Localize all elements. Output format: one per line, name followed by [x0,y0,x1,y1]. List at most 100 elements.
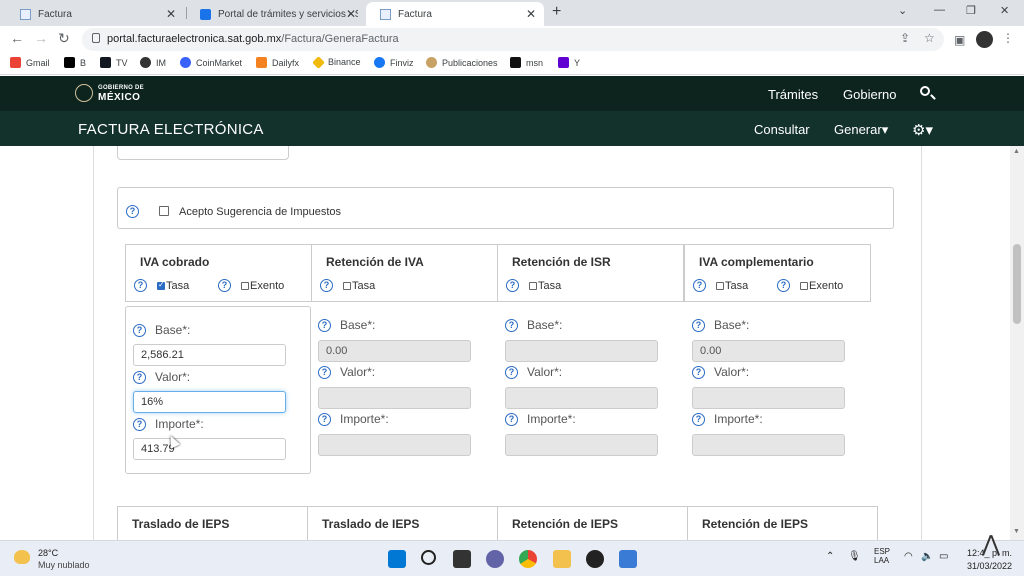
gob-logo-small-text[interactable]: GOBIERNO DE [98,85,144,91]
close-icon[interactable]: ✕ [526,7,536,21]
menu-icon[interactable]: ⋮ [1002,31,1014,45]
help-icon[interactable]: ? [692,412,705,426]
help-icon[interactable]: ? [505,412,518,426]
gob-logo-text[interactable]: MÉXICO [98,92,140,103]
ret-iva-base-input[interactable]: 0.00 [318,340,471,362]
scrollbar-thumb[interactable] [1013,244,1021,324]
star-icon[interactable]: ☆ [924,31,935,45]
bookmark-finviz[interactable]: Finviz [374,57,414,68]
tasa-option[interactable]: ?Tasa [693,279,748,292]
iva-importe-input[interactable]: 413.79 [133,438,286,460]
help-icon[interactable]: ? [505,365,518,379]
help-icon[interactable]: ? [318,412,331,426]
wifi-icon[interactable]: ◠ [904,551,913,562]
nav-gobierno[interactable]: Gobierno [843,87,896,102]
weather-temp[interactable]: 28°C [38,548,58,558]
help-icon[interactable]: ? [134,279,147,292]
nav-tramites[interactable]: Trámites [768,87,818,102]
sidebar-icon[interactable]: ▣ [954,33,965,47]
help-icon[interactable]: ? [318,318,331,332]
bookmark-binance[interactable]: Binance [312,55,361,69]
help-icon[interactable]: ? [133,323,146,337]
ret-isr-valor-input[interactable] [505,387,658,409]
exento-option[interactable]: ? Exento [777,279,843,292]
bookmark-msn[interactable]: msn [510,57,543,68]
iva-valor-input[interactable]: 16% [133,391,286,413]
reload-icon[interactable]: ↻ [58,30,70,47]
gob-emblem-icon[interactable] [75,84,93,102]
help-icon[interactable]: ? [777,279,790,292]
minimize-button[interactable]: — [934,4,945,16]
ret-isr-base-input[interactable] [505,340,658,362]
scroll-up-icon[interactable]: ▲ [1013,148,1020,155]
avatar[interactable] [976,31,993,48]
exento-checkbox[interactable] [241,281,249,290]
tasa-checkbox[interactable] [716,281,724,290]
help-icon[interactable]: ? [320,279,333,292]
help-icon[interactable]: ? [318,365,331,379]
app-title[interactable]: FACTURA ELECTRÓNICA [78,121,264,138]
help-icon[interactable]: ? [126,205,139,218]
restore-button[interactable]: ❐ [966,4,976,17]
new-tab-button[interactable]: + [552,3,561,21]
help-icon[interactable]: ? [133,417,146,431]
tasa-option[interactable]: ?Tasa [320,279,375,292]
bookmark-b[interactable]: B [64,57,86,68]
chrome-icon[interactable] [519,550,537,568]
page-scrollbar[interactable]: ▲ ▼ [1010,146,1024,540]
chevron-down-icon[interactable]: ⌄ [898,4,907,17]
app-icon[interactable] [586,550,604,568]
iva-comp-base-input[interactable]: 0.00 [692,340,845,362]
exento-option[interactable]: ? Exento [218,279,284,292]
browser-tab-factura-1[interactable]: Factura ✕ [6,2,184,26]
scroll-down-icon[interactable]: ▼ [1013,528,1020,535]
chat-icon[interactable] [486,550,504,568]
ret-iva-importe-input[interactable] [318,434,471,456]
weather-desc[interactable]: Muy nublado [38,560,90,570]
microphone-icon[interactable]: 🎙 [848,551,861,562]
close-icon[interactable]: ✕ [166,7,176,21]
ret-isr-importe-input[interactable] [505,434,658,456]
bookmark-gmail[interactable]: Gmail [10,57,50,68]
iva-base-input[interactable]: 2,586.21 [133,344,286,366]
browser-tab-factura-active[interactable]: Factura ✕ [366,2,544,26]
help-icon[interactable]: ? [693,279,706,292]
gear-icon[interactable]: ⚙▾ [912,121,933,139]
language-indicator[interactable]: ESP LAA [874,547,890,565]
task-view-icon[interactable] [453,550,471,568]
forward-icon[interactable]: → [34,30,48,46]
weather-icon[interactable] [14,550,30,564]
browser-tab-portal[interactable]: Portal de trámites y servicios - SA ✕ [186,2,364,26]
iva-comp-valor-input[interactable] [692,387,845,409]
search-icon[interactable] [421,550,436,565]
close-icon[interactable]: ✕ [346,7,356,21]
battery-icon[interactable]: ▭ [939,551,948,562]
close-window-button[interactable]: ✕ [1000,4,1009,17]
search-icon[interactable] [920,86,930,96]
help-icon[interactable]: ? [692,365,705,379]
bookmark-publicaciones[interactable]: Publicaciones [426,57,498,68]
bookmark-dailyfx[interactable]: Dailyfx [256,57,299,68]
tasa-checkbox[interactable] [343,281,351,290]
help-icon[interactable]: ? [505,318,518,332]
share-icon[interactable]: ⇪ [900,31,910,45]
help-icon[interactable]: ? [133,370,146,384]
help-icon[interactable]: ? [218,279,231,292]
exento-checkbox[interactable] [800,281,808,290]
tasa-checkbox[interactable] [157,280,165,290]
tasa-option[interactable]: ?Tasa [506,279,561,292]
address-bar[interactable]: portal.facturaelectronica.sat.gob.mx/Fac… [82,28,944,51]
help-icon[interactable]: ? [692,318,705,332]
windows-start-icon[interactable] [388,550,406,568]
file-explorer-icon[interactable] [553,550,571,568]
calculator-icon[interactable] [619,550,637,568]
tasa-checkbox[interactable] [529,281,537,290]
ret-iva-valor-input[interactable] [318,387,471,409]
nav-generar[interactable]: Generar▾ [834,122,888,138]
accept-suggestion-checkbox[interactable] [159,206,169,216]
bookmark-coinmarket[interactable]: CoinMarket [180,57,242,68]
help-icon[interactable]: ? [506,279,519,292]
tasa-option[interactable]: ?Tasa [134,279,189,292]
nav-consultar[interactable]: Consultar [754,122,810,137]
iva-comp-importe-input[interactable] [692,434,845,456]
